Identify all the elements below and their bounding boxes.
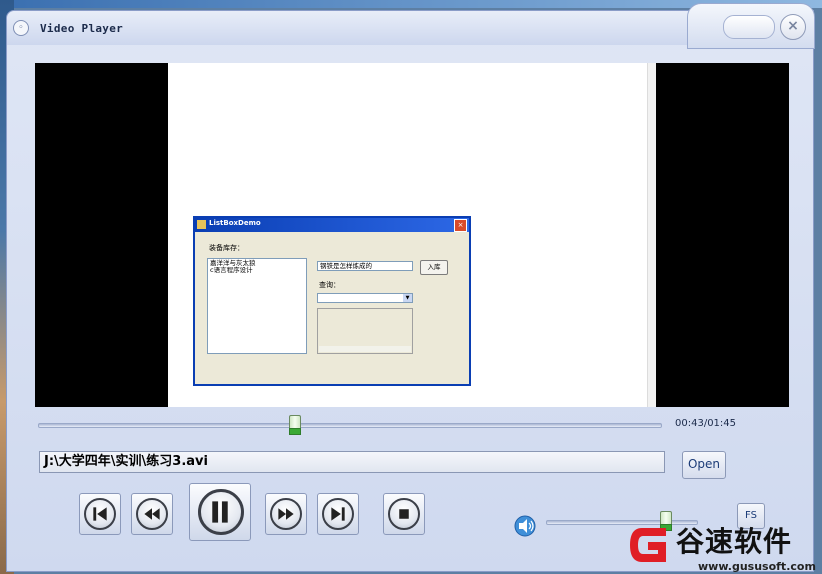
book-input: 钢铁是怎样炼成的 <box>317 261 413 271</box>
dialog-close-icon: × <box>454 219 467 232</box>
video-frame-content: ListBoxDemo × 装备库存： 嘉洋洋与灰太狼 c语言程序设计 钢铁是怎… <box>168 63 656 407</box>
dialog-app-icon <box>197 220 206 229</box>
fast-forward-button[interactable] <box>265 493 307 535</box>
open-button[interactable]: Open <box>682 451 726 479</box>
rewind-button[interactable] <box>131 493 173 535</box>
close-button[interactable]: × <box>780 14 806 40</box>
pause-icon <box>212 501 228 523</box>
skip-next-icon <box>331 507 345 521</box>
brand-logo-icon <box>630 528 666 562</box>
stop-icon <box>399 509 409 519</box>
query-combobox: ▼ <box>317 293 413 303</box>
dialog-title-bar: ListBoxDemo × <box>195 218 469 232</box>
list-item: c语言程序设计 <box>210 266 253 274</box>
fast-forward-icon <box>278 508 294 520</box>
video-display[interactable]: ListBoxDemo × 装备库存： 嘉洋洋与灰太狼 c语言程序设计 钢铁是怎… <box>35 63 789 407</box>
previous-button[interactable] <box>79 493 121 535</box>
watermark: 谷速软件 www.gususoft.com <box>620 514 822 574</box>
file-path-field[interactable]: J:\大学四年\实训\练习3.avi <box>39 451 665 473</box>
stock-label: 装备库存： <box>209 244 244 252</box>
dialog-title: ListBoxDemo <box>209 219 261 227</box>
time-display: 00:43/01:45 <box>675 418 737 429</box>
video-frame-scrollbar <box>647 63 656 407</box>
stop-button[interactable] <box>383 493 425 535</box>
result-textarea <box>317 308 413 354</box>
query-label: 查询： <box>319 281 340 289</box>
window-title: Video Player <box>40 22 124 35</box>
chevron-down-icon: ▼ <box>403 294 412 302</box>
video-player-window: ◦ Video Player × ListBoxDemo × 装备库存： 嘉洋洋… <box>6 3 815 572</box>
pause-button[interactable] <box>189 483 251 541</box>
speaker-icon[interactable] <box>514 515 538 537</box>
minimize-button[interactable] <box>723 15 775 39</box>
listboxdemo-dialog: ListBoxDemo × 装备库存： 嘉洋洋与灰太狼 c语言程序设计 钢铁是怎… <box>193 216 471 386</box>
next-button[interactable] <box>317 493 359 535</box>
rewind-icon <box>144 508 160 520</box>
brand-name: 谷速软件 <box>676 525 793 558</box>
textarea-scrollbar <box>319 346 411 352</box>
stock-listbox: 嘉洋洋与灰太狼 c语言程序设计 <box>207 258 307 354</box>
seek-thumb[interactable] <box>288 415 301 435</box>
brand-url: www.gususoft.com <box>698 560 816 573</box>
app-icon[interactable]: ◦ <box>13 20 29 36</box>
add-stock-button: 入库 <box>420 260 448 275</box>
skip-previous-icon <box>93 507 107 521</box>
seek-bar[interactable] <box>38 423 662 428</box>
